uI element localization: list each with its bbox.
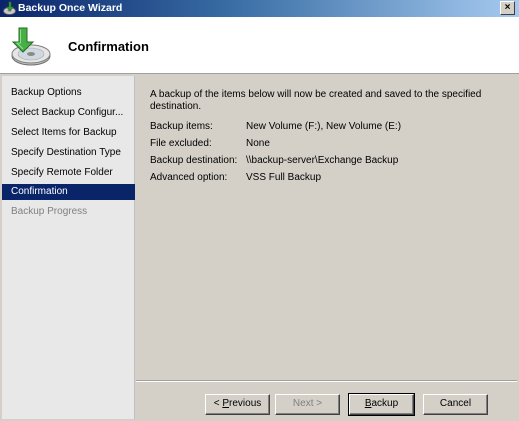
window-title: Backup Once Wizard — [18, 2, 123, 14]
step-backup-options[interactable]: Backup Options — [2, 85, 135, 101]
close-icon: × — [504, 2, 511, 13]
step-specify-destination-type[interactable]: Specify Destination Type — [2, 145, 135, 161]
step-backup-progress: Backup Progress — [11, 206, 88, 217]
backup-rest: ackup — [371, 398, 399, 409]
step-select-backup-configuration[interactable]: Select Backup Configur... — [2, 105, 135, 121]
previous-mnemonic: P — [222, 398, 230, 409]
cancel-button[interactable]: Cancel — [423, 394, 488, 415]
detail-label: File excluded: — [150, 138, 212, 149]
confirmation-panel: A backup of the items below will now be … — [136, 76, 517, 380]
detail-label: Advanced option: — [150, 172, 228, 183]
step-specify-remote-folder[interactable]: Specify Remote Folder — [2, 165, 135, 181]
detail-label: Backup destination: — [150, 155, 238, 166]
title-bar[interactable]: Backup Once Wizard × — [0, 0, 519, 17]
wizard-step-list: Backup Options Select Backup Configur...… — [2, 76, 135, 419]
page-title: Confirmation — [68, 39, 149, 54]
next-button: Next > — [275, 394, 340, 415]
backup-wizard-icon — [2, 1, 17, 16]
detail-value: None — [246, 138, 270, 149]
backup-disc-icon — [5, 24, 53, 68]
previous-rest: revious — [229, 398, 262, 409]
intro-text: A backup of the items below will now be … — [150, 89, 482, 112]
detail-value: VSS Full Backup — [246, 172, 322, 183]
backup-button[interactable]: Backup — [348, 393, 415, 416]
step-select-items-for-backup[interactable]: Select Items for Backup — [2, 125, 135, 141]
backup-once-wizard-window: Backup Once Wizard × Confirmation Backup… — [0, 0, 519, 421]
detail-value: \\backup-server\Exchange Backup — [246, 155, 399, 166]
close-button[interactable]: × — [500, 1, 515, 15]
detail-value: New Volume (F:), New Volume (E:) — [246, 121, 402, 132]
detail-label: Backup items: — [150, 121, 213, 132]
step-confirmation[interactable]: Confirmation — [2, 184, 135, 200]
wizard-header: Confirmation — [0, 17, 519, 74]
previous-button[interactable]: < Previous — [205, 394, 270, 415]
footer-divider — [136, 380, 517, 382]
